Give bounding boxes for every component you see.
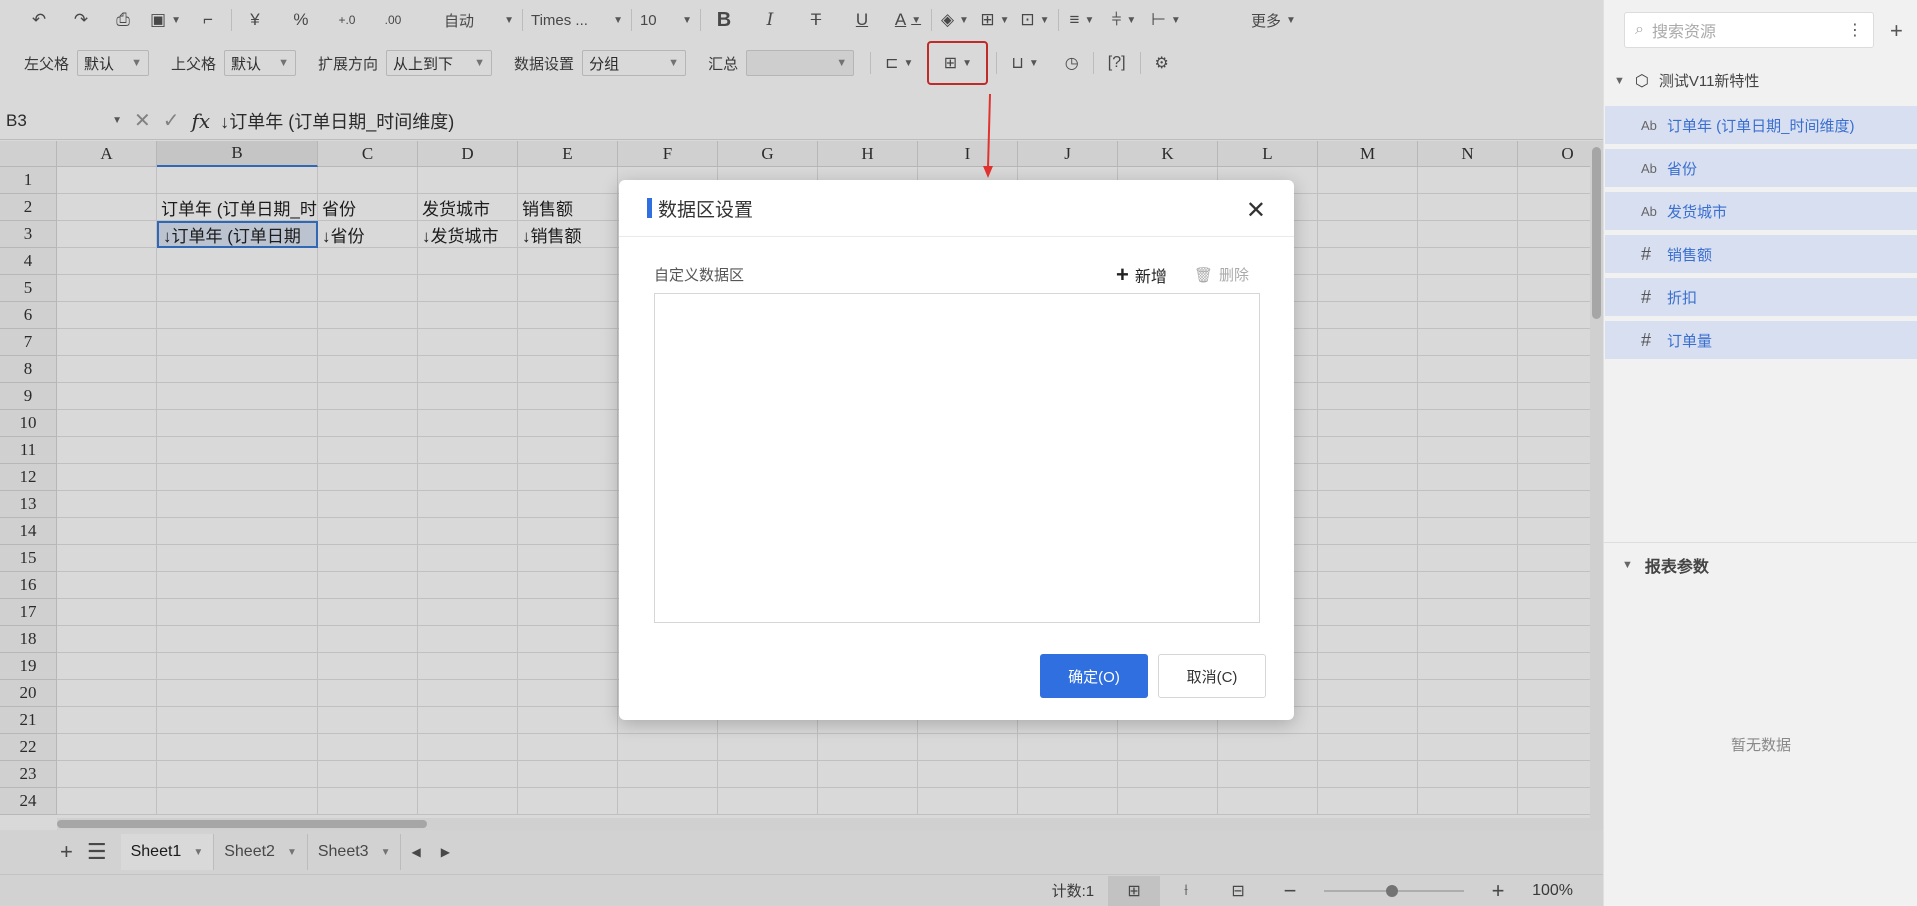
trash-icon: 🗑 <box>1194 266 1214 284</box>
add-resource-icon[interactable]: + <box>1890 18 1903 44</box>
field-name: 折扣 <box>1667 289 1698 307</box>
ok-button[interactable]: 确定(O) <box>1040 654 1148 698</box>
field-name: 销售额 <box>1667 246 1713 264</box>
dialog-title: 数据区设置 <box>658 199 754 221</box>
plus-icon: + <box>1116 262 1129 287</box>
field-item[interactable]: Ab 省份 <box>1605 149 1917 187</box>
text-field-icon: Ab <box>1641 160 1657 176</box>
dataset-node[interactable]: ▼ ⬡ 测试V11新特性 <box>1614 70 1759 91</box>
numeric-field-icon: # <box>1641 243 1652 264</box>
app-window: ↶ ↷ ⎙ ▣ ▼ ⌐ ¥ % +.0 .00 自动 ▼ Times ... ▼ 10… <box>0 0 1917 906</box>
add-button[interactable]: + 新增 <box>1116 262 1167 288</box>
text-field-icon: Ab <box>1641 117 1657 133</box>
search-icon: ⌕ <box>1635 21 1644 38</box>
resource-panel: ⌕ 搜索资源 ⋮ + ▼ ⬡ 测试V11新特性 Ab 订单年 (订单日期_时间维度… <box>1603 0 1917 906</box>
title-accent <box>647 198 652 218</box>
numeric-field-icon: # <box>1641 329 1652 350</box>
report-params-header[interactable]: ▼ 报表参数 <box>1604 542 1917 577</box>
field-name: 订单年 (订单日期_时间维度) <box>1667 117 1855 135</box>
field-item[interactable]: # 销售额 <box>1605 235 1917 273</box>
dataset-name: 测试V11新特性 <box>1658 73 1760 90</box>
dialog-header: 数据区设置 ✕ <box>619 180 1294 237</box>
search-placeholder: 搜索资源 <box>1651 24 1716 41</box>
field-name: 订单量 <box>1667 332 1713 350</box>
cancel-button[interactable]: 取消(C) <box>1158 654 1266 698</box>
data-area-dialog: 数据区设置 ✕ 自定义数据区 + 新增 🗑 删除 确定(O) 取消(C) <box>619 180 1294 720</box>
text-field-icon: Ab <box>1641 203 1657 219</box>
chevron-down-icon: ▼ <box>1614 74 1625 87</box>
field-name: 省份 <box>1667 160 1698 178</box>
field-item[interactable]: Ab 订单年 (订单日期_时间维度) <box>1605 106 1917 144</box>
field-item[interactable]: # 订单量 <box>1605 321 1917 359</box>
params-empty-text: 暂无数据 <box>1730 737 1791 754</box>
dataset-icon: ⬡ <box>1634 72 1649 90</box>
custom-data-area-label: 自定义数据区 <box>654 267 745 284</box>
numeric-field-icon: # <box>1641 286 1652 307</box>
report-params-title: 报表参数 <box>1644 559 1709 576</box>
more-options-icon[interactable]: ⋮ <box>1847 20 1863 40</box>
field-item[interactable]: # 折扣 <box>1605 278 1917 316</box>
delete-label: 删除 <box>1219 267 1250 284</box>
delete-button[interactable]: 🗑 删除 <box>1194 264 1249 285</box>
resource-search-input[interactable]: ⌕ 搜索资源 ⋮ <box>1624 12 1874 48</box>
close-icon[interactable]: ✕ <box>1246 196 1266 225</box>
chevron-down-icon: ▼ <box>1622 559 1633 571</box>
field-item[interactable]: Ab 发货城市 <box>1605 192 1917 230</box>
data-area-list[interactable] <box>654 293 1260 623</box>
field-name: 发货城市 <box>1667 203 1728 221</box>
add-label: 新增 <box>1134 269 1167 286</box>
